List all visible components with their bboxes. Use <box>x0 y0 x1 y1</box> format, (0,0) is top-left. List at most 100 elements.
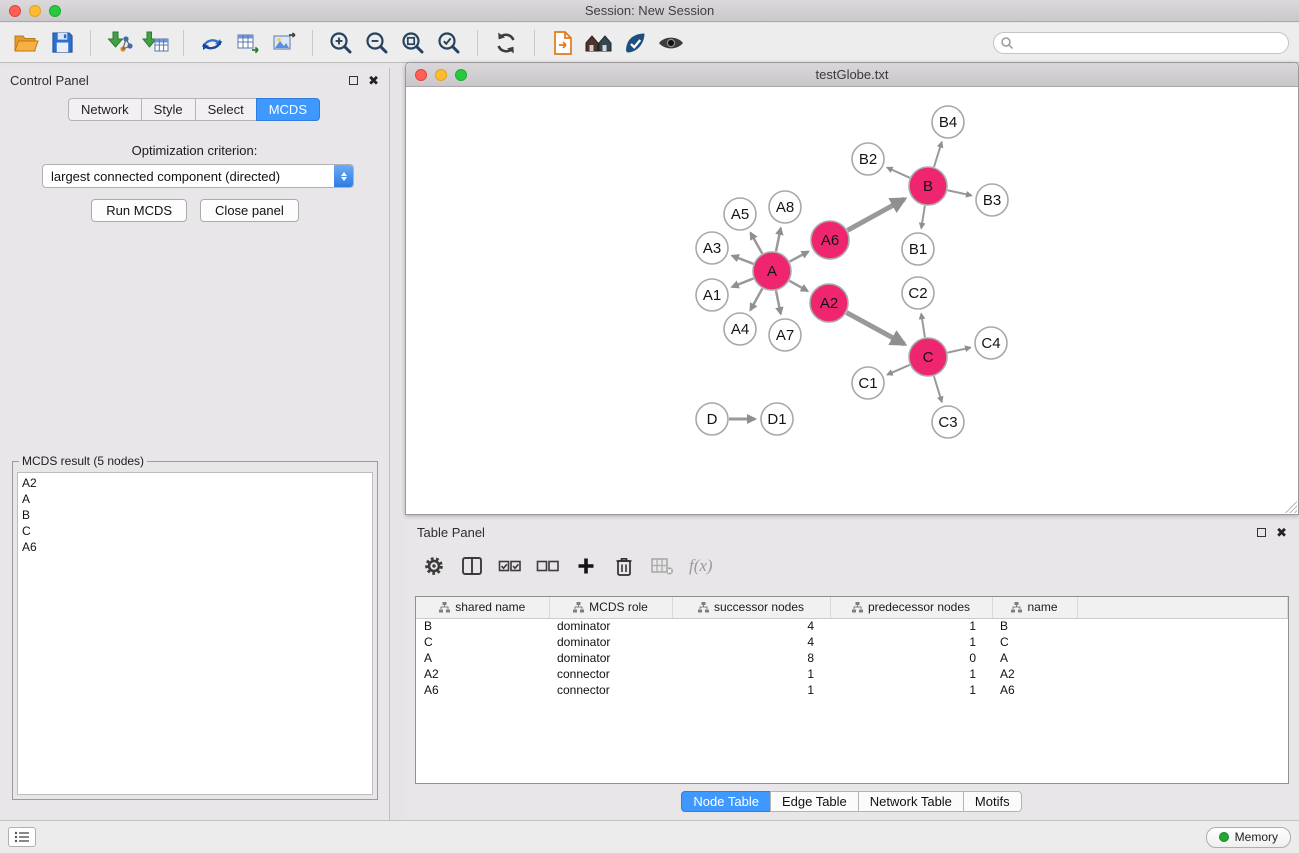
search-input[interactable] <box>993 32 1289 54</box>
select-all-button[interactable] <box>495 551 525 581</box>
export-image-button[interactable] <box>266 26 302 60</box>
graph-node-A6[interactable]: A6 <box>811 221 849 259</box>
tab-edge-table[interactable]: Edge Table <box>770 791 859 812</box>
table-row[interactable]: A6 connector 1 1 A6 <box>416 682 1288 698</box>
cell-predecessor-nodes[interactable]: 0 <box>830 650 992 666</box>
cell-successor-nodes[interactable]: 4 <box>672 618 830 634</box>
show-columns-button[interactable] <box>457 551 487 581</box>
apply-style-button[interactable] <box>617 26 653 60</box>
graph-node-C1[interactable]: C1 <box>852 367 884 399</box>
mcds-result-item[interactable]: A6 <box>22 539 372 555</box>
network-graph[interactable]: B4B2BB3A8A5A6A3B1AC2A1A2A4A7C4CC1C3DD1 <box>406 87 1298 514</box>
function-builder-button[interactable]: f(x) <box>689 556 713 576</box>
add-column-button[interactable] <box>571 551 601 581</box>
mcds-result-item[interactable]: A <box>22 491 372 507</box>
table-row[interactable]: B dominator 4 1 B <box>416 618 1288 634</box>
export-document-button[interactable] <box>545 26 581 60</box>
zoom-out-button[interactable] <box>359 26 395 60</box>
graph-edge-A-A5[interactable] <box>751 233 763 254</box>
import-table-button[interactable] <box>137 26 173 60</box>
dropdown-stepper-icon[interactable] <box>334 165 353 187</box>
graph-edge-A-A6[interactable] <box>790 252 809 262</box>
graph-edge-A-A8[interactable] <box>776 228 781 251</box>
memory-status-button[interactable]: Memory <box>1206 827 1291 848</box>
zoom-in-button[interactable] <box>323 26 359 60</box>
cell-name[interactable]: A2 <box>992 666 1077 682</box>
zoom-selected-button[interactable] <box>431 26 467 60</box>
graph-node-A7[interactable]: A7 <box>769 319 801 351</box>
cell-shared-name[interactable]: A6 <box>416 682 549 698</box>
import-network-button[interactable] <box>101 26 137 60</box>
cell-mcds-role[interactable]: connector <box>549 666 672 682</box>
column-header-mcds-role[interactable]: MCDS role <box>549 597 672 618</box>
float-panel-icon[interactable] <box>1257 528 1266 537</box>
graph-edge-A-A3[interactable] <box>732 256 753 264</box>
cell-predecessor-nodes[interactable]: 1 <box>830 666 992 682</box>
mcds-result-item[interactable]: A2 <box>22 475 372 491</box>
graph-node-C[interactable]: C <box>909 338 947 376</box>
graph-node-C2[interactable]: C2 <box>902 277 934 309</box>
graph-node-A4[interactable]: A4 <box>724 313 756 345</box>
graph-edge-C-C1[interactable] <box>887 365 909 375</box>
close-panel-button[interactable]: Close panel <box>200 199 299 222</box>
cell-mcds-role[interactable]: dominator <box>549 634 672 650</box>
graph-node-B[interactable]: B <box>909 167 947 205</box>
tab-node-table[interactable]: Node Table <box>681 791 771 812</box>
close-panel-icon[interactable]: ✖ <box>368 74 379 87</box>
mcds-result-item[interactable]: C <box>22 523 372 539</box>
graph-edge-A-A7[interactable] <box>776 291 781 314</box>
graph-node-D1[interactable]: D1 <box>761 403 793 435</box>
graph-edge-B-B1[interactable] <box>921 206 925 229</box>
cell-successor-nodes[interactable]: 1 <box>672 666 830 682</box>
table-row[interactable]: C dominator 4 1 C <box>416 634 1288 650</box>
column-header-shared-name[interactable]: shared name <box>416 597 549 618</box>
deselect-all-button[interactable] <box>533 551 563 581</box>
mcds-result-item[interactable]: B <box>22 507 372 523</box>
graph-node-B3[interactable]: B3 <box>976 184 1008 216</box>
network-window-titlebar[interactable]: testGlobe.txt <box>406 63 1298 87</box>
close-panel-icon[interactable]: ✖ <box>1276 526 1287 539</box>
graph-edge-A-A2[interactable] <box>789 281 807 291</box>
run-mcds-button[interactable]: Run MCDS <box>91 199 187 222</box>
cell-successor-nodes[interactable]: 1 <box>672 682 830 698</box>
graph-edge-C-C2[interactable] <box>921 314 925 337</box>
show-task-history-button[interactable] <box>8 827 36 847</box>
home-view-button[interactable] <box>581 26 617 60</box>
graph-edge-A6-B[interactable] <box>848 199 905 230</box>
graph-edge-A-A1[interactable] <box>732 278 753 287</box>
network-canvas[interactable]: B4B2BB3A8A5A6A3B1AC2A1A2A4A7C4CC1C3DD1 <box>406 87 1298 514</box>
toggle-visibility-button[interactable] <box>653 26 689 60</box>
cell-predecessor-nodes[interactable]: 1 <box>830 618 992 634</box>
graph-edge-A-A4[interactable] <box>750 289 762 311</box>
cell-name[interactable]: B <box>992 618 1077 634</box>
delete-column-button[interactable] <box>609 551 639 581</box>
window-resize-handle[interactable] <box>1285 501 1297 513</box>
graph-node-A8[interactable]: A8 <box>769 191 801 223</box>
tab-style[interactable]: Style <box>141 98 196 121</box>
graph-node-A5[interactable]: A5 <box>724 198 756 230</box>
cell-predecessor-nodes[interactable]: 1 <box>830 634 992 650</box>
cell-shared-name[interactable]: A2 <box>416 666 549 682</box>
cell-name[interactable]: A <box>992 650 1077 666</box>
cell-mcds-role[interactable]: dominator <box>549 650 672 666</box>
column-header-predecessor-nodes[interactable]: predecessor nodes <box>830 597 992 618</box>
cell-name[interactable]: C <box>992 634 1077 650</box>
tab-network-table[interactable]: Network Table <box>858 791 964 812</box>
graph-node-B4[interactable]: B4 <box>932 106 964 138</box>
graph-node-A1[interactable]: A1 <box>696 279 728 311</box>
table-row[interactable]: A dominator 8 0 A <box>416 650 1288 666</box>
tab-network[interactable]: Network <box>68 98 142 121</box>
column-header-successor-nodes[interactable]: successor nodes <box>672 597 830 618</box>
table-settings-button[interactable] <box>419 551 449 581</box>
table-row[interactable]: A2 connector 1 1 A2 <box>416 666 1288 682</box>
cell-name[interactable]: A6 <box>992 682 1077 698</box>
cell-successor-nodes[interactable]: 4 <box>672 634 830 650</box>
new-table-button[interactable] <box>230 26 266 60</box>
graph-edge-C-C4[interactable] <box>948 348 971 353</box>
zoom-fit-button[interactable] <box>395 26 431 60</box>
graph-node-C3[interactable]: C3 <box>932 406 964 438</box>
open-file-button[interactable] <box>8 26 44 60</box>
optimization-criterion-dropdown[interactable]: largest connected component (directed) <box>42 164 354 188</box>
cell-predecessor-nodes[interactable]: 1 <box>830 682 992 698</box>
graph-edge-B-B4[interactable] <box>934 142 942 167</box>
